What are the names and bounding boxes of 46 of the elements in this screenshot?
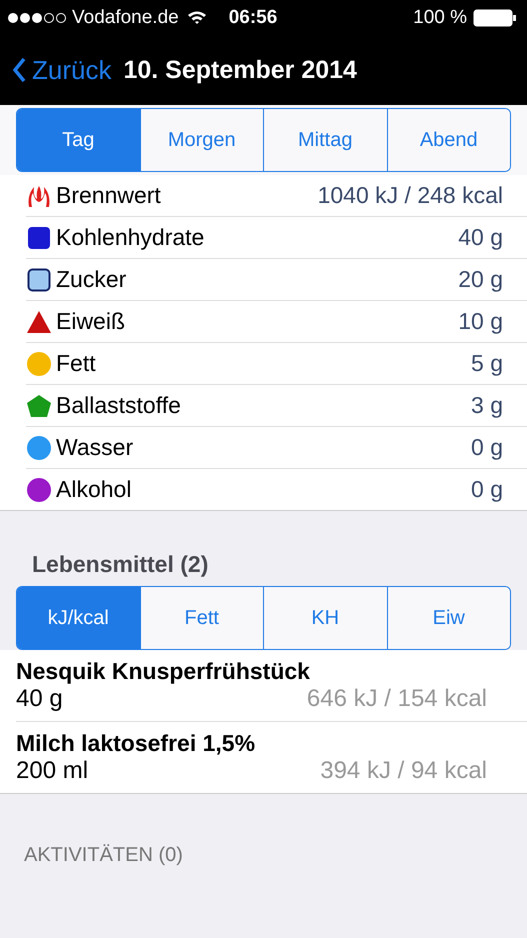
food-energy: 394 kJ / 94 kcal [320,757,487,785]
nutrient-value: 1040 kJ / 248 kcal [318,182,503,209]
nutrient-name: Brennwert [56,182,162,209]
period-tab[interactable]: Abend [386,109,510,171]
clock-time: 06:56 [228,6,278,28]
nutrient-name: Alkohol [56,476,132,503]
carrier-name: Vodafone.de [72,6,179,28]
unit-tab[interactable]: Fett [140,587,263,649]
food-amount: 200 ml [16,757,88,785]
triangle-icon [26,308,52,334]
nutrient-value: 0 g [471,434,503,461]
nutrient-value: 0 g [471,476,503,503]
battery-percentage: 100 % [413,6,467,28]
signal-icon [8,12,66,22]
nutrient-value: 3 g [471,392,503,419]
nutrient-name: Ballaststoffe [56,392,182,419]
period-tab[interactable]: Tag [17,109,140,171]
chevron-icon [12,57,26,83]
food-name: Milch laktosefrei 1,5% [16,730,256,757]
ball-icon [26,350,52,376]
square-icon [26,224,52,250]
nutrient-name: Kohlenhydrate [56,224,206,251]
nutrient-name: Eiweiß [56,308,126,335]
unit-tab[interactable]: kJ/kcal [17,587,140,649]
section-header: AKTIVITÄTEN (0) [23,843,184,867]
unit-tab[interactable]: KH [263,587,386,649]
food-name: Nesquik Knusperfrühstück [16,658,311,685]
section-header: Lebensmittel (2) [31,550,210,579]
ball-icon [26,476,52,502]
nutrient-name: Wasser [56,434,134,461]
nutrient-value: 40 g [458,224,503,251]
pentagon-icon [26,392,52,418]
nutrient-name: Fett [56,350,97,377]
square-icon [26,266,52,292]
nutrient-value: 5 g [471,350,503,377]
battery-icon [473,8,517,26]
nutrient-value: 10 g [458,308,503,335]
wifi-icon [186,10,207,25]
food-amount: 40 g [16,685,63,713]
nutrient-name: Zucker [56,266,128,293]
ball-icon [26,434,52,460]
food-energy: 646 kJ / 154 kcal [306,685,487,713]
unit-tab[interactable]: Eiw [386,587,510,649]
screen-title: 10. September 2014 [123,56,357,84]
back-button[interactable]: Zurück [12,54,112,86]
nutrient-value: 20 g [458,266,503,293]
